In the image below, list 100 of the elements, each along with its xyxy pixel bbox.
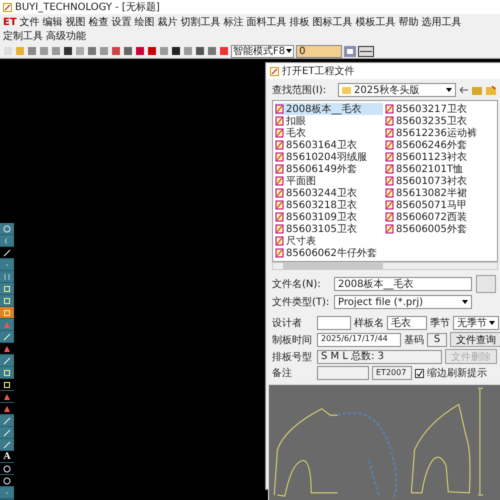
file-icon — [385, 188, 394, 198]
file-item[interactable]: 85612236运动裤 — [385, 127, 493, 139]
new-folder-icon[interactable] — [486, 86, 496, 94]
window-title: BUYI_TECHNOLOGY - [无标题] — [15, 2, 160, 12]
menu-item[interactable]: 文件 — [20, 15, 40, 29]
file-icon — [385, 128, 394, 138]
menu-item[interactable]: 高级功能 — [46, 29, 86, 43]
file-item[interactable]: 85606246外套 — [385, 139, 493, 151]
file-icon — [275, 248, 284, 258]
menu-item[interactable]: 视图 — [66, 15, 86, 29]
horizontal-scrollbar[interactable] — [272, 262, 498, 270]
line-tool-icon[interactable] — [0, 247, 14, 258]
file-icon — [275, 140, 284, 150]
menu-item[interactable]: 裁片 — [158, 15, 178, 29]
menu-item[interactable]: 图标工具 — [312, 15, 353, 29]
caret-icon — [446, 88, 452, 92]
file-icon — [385, 116, 394, 126]
file-item[interactable]: 85603105卫衣 — [275, 223, 383, 235]
menu-item[interactable]: 标注 — [224, 15, 244, 29]
refresh-checkbox[interactable] — [415, 368, 424, 378]
menu-item[interactable]: 排板 — [290, 15, 310, 29]
file-icon — [385, 140, 394, 150]
query-button[interactable]: 文件查询 — [450, 332, 500, 347]
designer-label: 设计者 — [272, 316, 303, 330]
caret-icon — [489, 321, 495, 325]
file-item[interactable]: 毛衣 — [275, 127, 383, 139]
file-name-field[interactable]: 2008板本__毛衣 — [334, 277, 472, 291]
menu-item[interactable]: 编辑 — [42, 15, 63, 29]
file-icon — [385, 200, 394, 210]
menu-item[interactable]: 设置 — [112, 15, 132, 29]
file-item[interactable]: 85603109卫衣 — [275, 211, 383, 223]
file-icon — [275, 200, 284, 210]
menu-item[interactable]: 选用工具 — [422, 15, 462, 29]
menu-item[interactable]: 检查 — [88, 15, 109, 29]
file-icon — [275, 104, 284, 114]
file-item[interactable]: 85610204羽绒服 — [275, 151, 383, 163]
pattern-name-field[interactable]: 毛衣 — [387, 316, 427, 330]
designer-field[interactable] — [317, 316, 351, 330]
file-item[interactable]: 85603244卫衣 — [275, 187, 383, 199]
back-arrow-icon[interactable] — [460, 87, 468, 93]
file-item[interactable]: 平面图 — [275, 175, 383, 187]
look-in-select[interactable]: 2025秋冬头版 — [338, 83, 456, 97]
logo: ET — [3, 16, 17, 28]
file-icon — [275, 164, 284, 174]
app-icon — [3, 2, 12, 12]
file-item[interactable]: 85603218卫衣 — [275, 199, 383, 211]
base-size-field[interactable]: S — [427, 332, 447, 346]
file-item[interactable]: 2008板本__毛衣 — [275, 103, 383, 115]
layout-sizes-field: S M L 总数: 3 — [317, 350, 442, 364]
made-time-label: 制板时间 — [272, 334, 313, 346]
menu-item[interactable]: 定制工具 — [3, 29, 43, 43]
menu-item[interactable]: 切割工具 — [180, 15, 221, 29]
file-icon — [275, 224, 284, 234]
file-item[interactable]: 85601073衬衣 — [385, 175, 493, 187]
file-icon — [385, 176, 394, 186]
menu-item[interactable]: 绘图 — [134, 15, 155, 29]
mode-select[interactable]: 智能模式F8 — [231, 44, 294, 58]
file-icon — [385, 152, 394, 162]
file-icon — [385, 224, 394, 234]
text-tool[interactable]: A — [0, 451, 14, 462]
value-field[interactable]: 0 — [296, 44, 342, 58]
file-icon — [385, 212, 394, 222]
square-icon[interactable] — [0, 379, 14, 390]
file-icon — [275, 236, 284, 246]
file-item[interactable]: 85601123衬衣 — [385, 151, 493, 163]
file-icon — [275, 128, 284, 138]
file-icon — [275, 116, 284, 126]
season-select[interactable]: 无季节 — [453, 316, 499, 330]
file-icon — [275, 152, 284, 162]
file-item[interactable]: 85606005外套 — [385, 223, 493, 235]
file-item[interactable]: 扣眼 — [275, 115, 383, 127]
file-type-select[interactable]: Project file (*.prj) — [334, 295, 472, 309]
file-item[interactable]: 85603217卫衣 — [385, 103, 493, 115]
folder-icon[interactable] — [472, 86, 482, 94]
menu-item[interactable]: 面料工具 — [246, 15, 287, 29]
file-name-label: 文件名(N): — [272, 278, 322, 291]
caret-icon — [462, 300, 468, 304]
notes-field[interactable] — [317, 366, 369, 380]
made-time-field[interactable]: 2025/6/17/17/44 — [317, 332, 401, 346]
file-item[interactable]: 85606062牛仔外套 — [275, 247, 383, 259]
file-item[interactable]: 尺寸表 — [275, 235, 383, 247]
file-item[interactable]: 85602101T恤 — [385, 163, 493, 175]
bars-icon[interactable] — [0, 271, 14, 282]
file-icon — [385, 164, 394, 174]
refresh-prompt-label: 缩边刷新提示 — [427, 366, 487, 380]
caret-icon — [286, 49, 292, 53]
file-item[interactable]: 85606149外套 — [275, 163, 383, 175]
menu-item[interactable]: 帮助 — [398, 15, 419, 29]
app-icon — [270, 66, 279, 76]
file-icon — [385, 104, 394, 114]
file-item[interactable]: 85613082半裙 — [385, 187, 493, 199]
open-button[interactable] — [476, 275, 496, 293]
notes-label: 备注 — [272, 366, 293, 380]
file-item[interactable]: 85603235卫衣 — [385, 115, 493, 127]
folder-icon — [342, 86, 351, 94]
file-item[interactable]: 85603164卫衣 — [275, 139, 383, 151]
file-item[interactable]: 85605071马甲 — [385, 199, 493, 211]
file-item[interactable]: 85606072西装 — [385, 211, 493, 223]
menu-item[interactable]: 模板工具 — [356, 15, 396, 29]
look-in-label: 查找范围(I): — [272, 84, 328, 97]
